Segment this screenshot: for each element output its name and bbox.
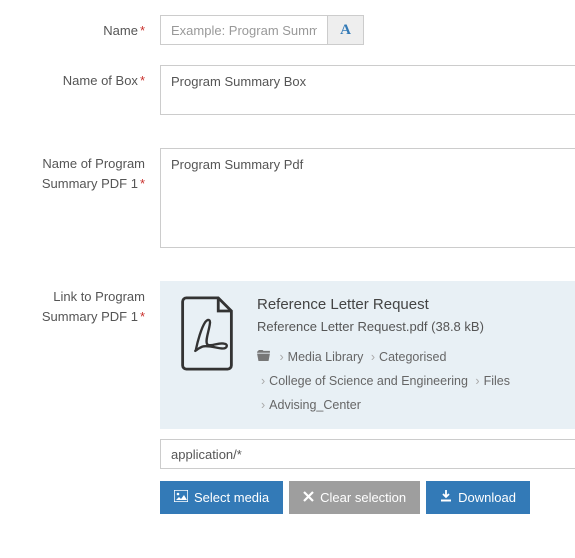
pdf-file-icon	[175, 296, 239, 371]
media-card: Reference Letter Request Reference Lette…	[160, 281, 575, 429]
download-icon	[440, 490, 452, 505]
name-label: Name*	[0, 15, 160, 45]
select-media-button[interactable]: Select media	[160, 481, 283, 514]
image-icon	[174, 490, 188, 505]
box-label: Name of Box*	[0, 65, 160, 118]
name-of-box-input[interactable]	[160, 65, 575, 115]
download-button[interactable]: Download	[426, 481, 530, 514]
name-input[interactable]	[160, 15, 328, 45]
font-style-button[interactable]: A	[328, 15, 364, 45]
media-title: Reference Letter Request	[257, 296, 560, 313]
mime-type-input[interactable]	[160, 439, 575, 469]
media-filename: Reference Letter Request.pdf (38.8 kB)	[257, 319, 560, 334]
close-icon	[303, 490, 314, 505]
pdf-name-input[interactable]	[160, 148, 575, 248]
breadcrumb: ›Media Library ›Categorised ›College of …	[257, 346, 560, 417]
link-label: Link to Program Summary PDF 1*	[0, 281, 160, 514]
clear-selection-button[interactable]: Clear selection	[289, 481, 420, 514]
font-icon: A	[340, 22, 351, 39]
pdf-name-label: Name of Program Summary PDF 1*	[0, 148, 160, 251]
folder-icon	[257, 346, 270, 370]
